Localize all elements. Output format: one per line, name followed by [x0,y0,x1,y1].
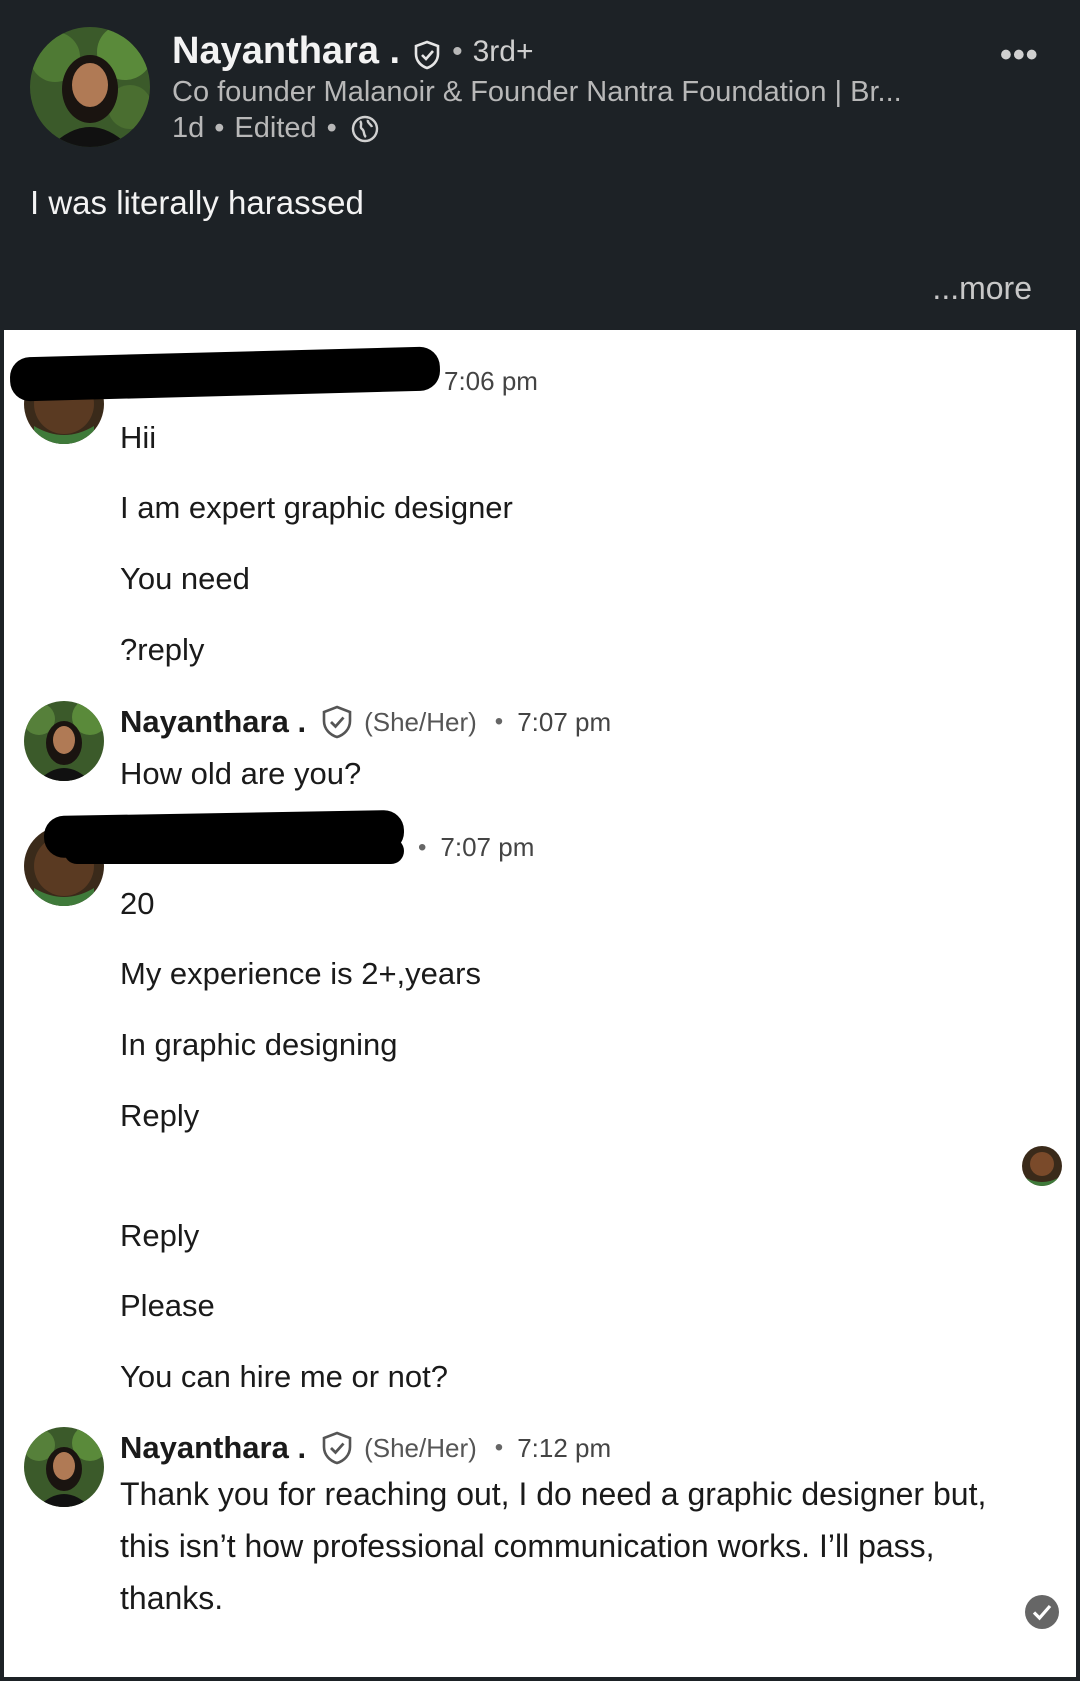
separator-dot: • [326,112,337,144]
message-time: 7:12 pm [517,1432,612,1463]
author-headline: Co founder Malanoir & Founder Nantra Fou… [172,76,902,108]
connection-degree: 3rd+ [472,34,534,68]
message-line: 20 [120,886,155,921]
post-time: 1d [172,112,205,144]
post-header: Nayanthara . • 3rd+ Co founder Malanoir … [0,0,1080,330]
separator-dot: • [214,112,225,144]
message-header: Nayanthara . (She/Her) • 7:07 pm [120,704,611,740]
message-line: You can hire me or not? [120,1359,449,1394]
post-text: I was literally harassed [30,184,364,221]
message-text: Thank you for reaching out, I do need a … [120,1476,987,1616]
message-header: 7:06 pm [444,366,538,397]
verified-shield-icon [320,705,354,739]
read-receipt-avatar [1022,1146,1062,1186]
message-line: I am expert graphic designer [120,490,513,525]
author-avatar[interactable] [30,27,150,147]
pronouns: (She/Her) [364,1432,477,1463]
separator-dot: • [494,708,504,735]
message-line: Please [120,1288,215,1323]
message-line: Reply [120,1098,200,1133]
redaction-mark [64,838,404,864]
see-more-link[interactable]: ...more [932,270,1032,307]
verified-shield-icon [412,37,442,69]
message-time: 7:07 pm [440,832,535,862]
author-name-line: Nayanthara . • 3rd+ [172,30,534,73]
message-line: You need [120,561,250,596]
message-line: ?reply [120,632,205,667]
separator-dot: • [494,1434,504,1461]
check-circle-icon [1024,1594,1060,1630]
edited-label: Edited [234,112,317,144]
message-header: Nayanthara . (She/Her) • 7:12 pm [120,1430,611,1466]
message-line: Reply [120,1218,200,1253]
redaction-mark [9,346,441,402]
verified-shield-icon [320,1431,354,1465]
message-line: In graphic designing [120,1027,398,1062]
post-meta: 1d • Edited • [172,112,379,145]
pronouns: (She/Her) [364,706,477,737]
nayanthara-avatar [24,701,104,781]
message-line: How old are you? [120,756,362,791]
separator-dot: • [418,833,427,861]
separator-dot: • [452,34,463,68]
nayanthara-avatar [24,1427,104,1507]
sender-name[interactable]: Nayanthara . [120,1430,306,1466]
message-time: 7:06 pm [444,366,538,396]
message-line: Hii [120,420,157,455]
more-options-icon[interactable]: ••• [1000,36,1039,75]
author-name[interactable]: Nayanthara . [172,30,400,73]
message-time: 7:07 pm [517,706,612,737]
message-header: • 7:07 pm [418,832,534,863]
globe-icon [351,115,379,143]
sender-name[interactable]: Nayanthara . [120,704,306,740]
chat-screenshot: 7:06 pm Hii I am expert graphic designer… [0,330,1080,1681]
message-line: My experience is 2+,years [120,956,481,991]
